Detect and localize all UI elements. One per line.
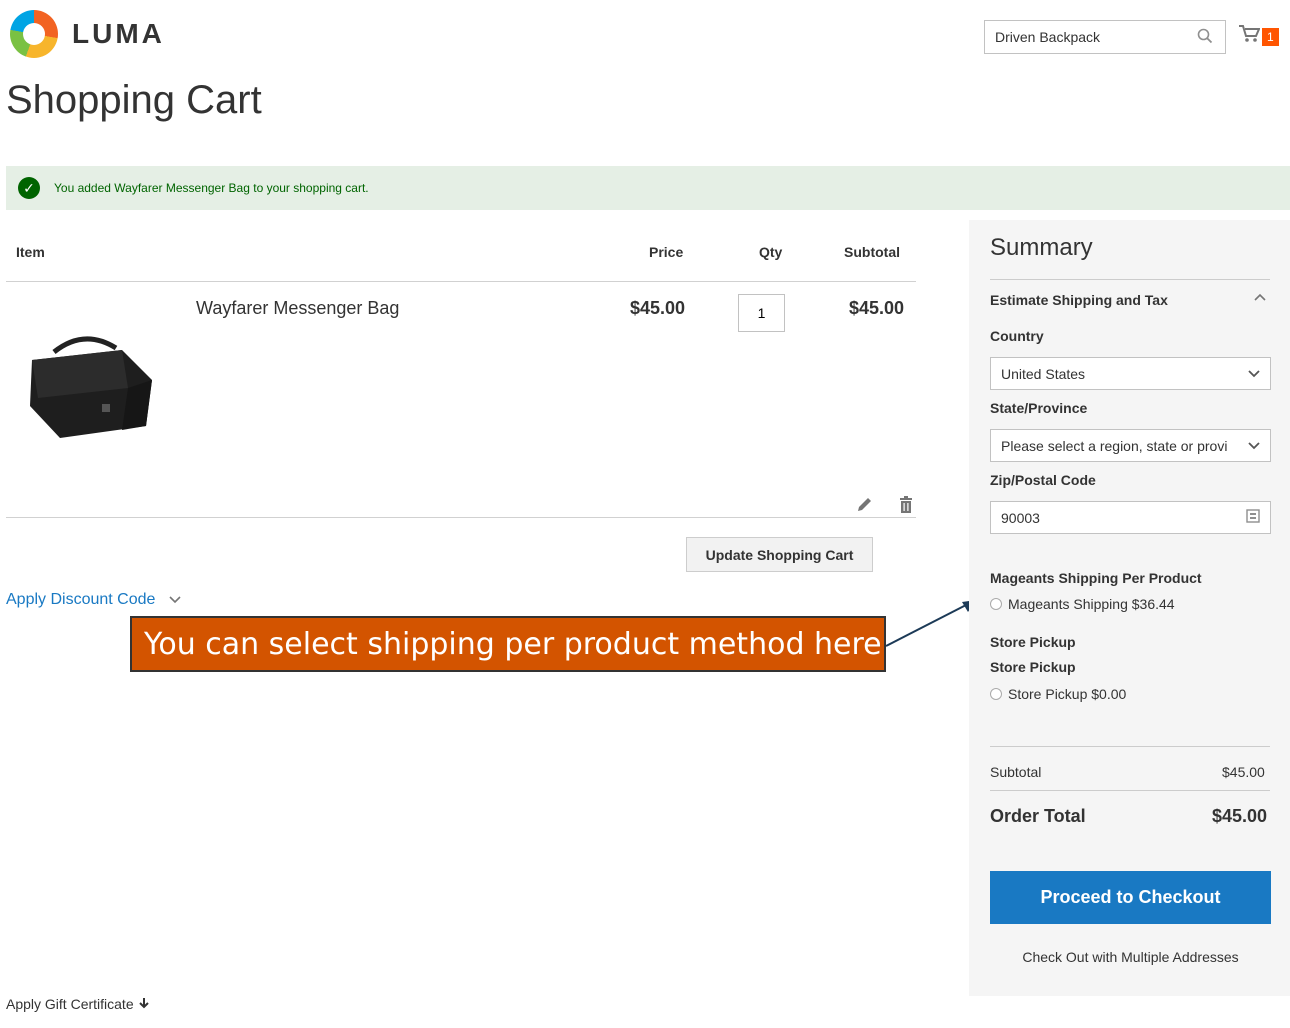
- cart-count-badge: 1: [1262, 28, 1279, 46]
- annotation-callout: You can select shipping per product meth…: [130, 616, 886, 672]
- summary-title: Summary: [990, 234, 1093, 261]
- subtotal-label: Subtotal: [990, 764, 1042, 780]
- chevron-up-icon[interactable]: [1254, 290, 1266, 304]
- apply-gift-certificate-toggle[interactable]: Apply Gift Certificate: [6, 996, 150, 1012]
- column-header-subtotal: Subtotal: [844, 244, 900, 260]
- divider: [990, 790, 1270, 791]
- product-subtotal: $45.00: [849, 298, 905, 318]
- apply-discount-toggle[interactable]: Apply Discount Code: [6, 591, 181, 609]
- divider: [6, 281, 916, 282]
- state-value: Please select a region, state or provi: [1001, 437, 1228, 454]
- divider: [990, 279, 1270, 280]
- estimate-shipping-toggle[interactable]: Estimate Shipping and Tax: [990, 292, 1168, 308]
- carrier-title-mageants: Mageants Shipping Per Product: [990, 570, 1202, 586]
- chevron-down-icon: [1248, 367, 1260, 381]
- page-title: Shopping Cart: [6, 78, 262, 122]
- divider: [6, 517, 916, 518]
- logo-text: LUMA: [72, 18, 165, 49]
- check-circle-icon: ✓: [18, 177, 40, 199]
- contact-card-icon: [1246, 509, 1260, 526]
- annotation-text: You can select shipping per product meth…: [144, 626, 882, 662]
- zip-label: Zip/Postal Code: [990, 472, 1096, 488]
- minicart[interactable]: 1: [1238, 24, 1279, 50]
- luma-logo[interactable]: LUMA: [10, 10, 165, 58]
- shipping-option-label: Mageants Shipping $36.44: [1008, 596, 1175, 612]
- subtotal-value: $45.00: [1222, 764, 1265, 780]
- zip-input[interactable]: [1001, 509, 1246, 526]
- divider: [990, 746, 1270, 747]
- order-total-value: $45.00: [1212, 806, 1268, 826]
- search-input[interactable]: [995, 29, 1197, 45]
- state-label: State/Province: [990, 400, 1088, 416]
- state-select[interactable]: Please select a region, state or provi: [990, 429, 1271, 462]
- gift-label: Apply Gift Certificate: [6, 996, 134, 1012]
- success-message: ✓ You added Wayfarer Messenger Bag to yo…: [6, 166, 1290, 210]
- update-cart-button[interactable]: Update Shopping Cart: [686, 537, 873, 572]
- chevron-down-icon: [1248, 439, 1260, 453]
- annotation-arrow-icon: [885, 600, 976, 647]
- country-label: Country: [990, 328, 1044, 344]
- zip-field: [990, 501, 1271, 534]
- method-title-store-pickup: Store Pickup: [990, 659, 1076, 675]
- product-image[interactable]: [24, 330, 160, 440]
- luma-logo-icon: [10, 10, 58, 58]
- chevron-down-icon: [169, 593, 181, 607]
- radio-button[interactable]: [990, 598, 1002, 610]
- multiple-addresses-link[interactable]: Check Out with Multiple Addresses: [990, 949, 1271, 965]
- product-price: $45.00: [630, 298, 686, 318]
- shipping-option-mageants[interactable]: Mageants Shipping $36.44: [990, 596, 1175, 612]
- order-total-label: Order Total: [990, 806, 1086, 826]
- arrow-down-icon: [138, 996, 150, 1012]
- message-text: You added Wayfarer Messenger Bag to your…: [54, 181, 369, 195]
- radio-button[interactable]: [990, 688, 1002, 700]
- qty-input[interactable]: [738, 294, 785, 332]
- discount-label: Apply Discount Code: [6, 591, 156, 608]
- trash-icon[interactable]: [898, 496, 914, 519]
- shipping-option-store-pickup[interactable]: Store Pickup $0.00: [990, 686, 1126, 702]
- cart-icon[interactable]: [1238, 24, 1261, 50]
- search-box: [984, 20, 1226, 54]
- country-value: United States: [1001, 365, 1086, 382]
- column-header-price: Price: [649, 244, 684, 260]
- pencil-icon[interactable]: [855, 496, 873, 519]
- search-icon[interactable]: [1197, 28, 1215, 46]
- carrier-title-store-pickup: Store Pickup: [990, 634, 1076, 650]
- country-select[interactable]: United States: [990, 357, 1271, 390]
- product-name-link[interactable]: Wayfarer Messenger Bag: [196, 298, 399, 319]
- column-header-qty: Qty: [759, 244, 783, 260]
- proceed-to-checkout-button[interactable]: Proceed to Checkout: [990, 871, 1271, 924]
- shipping-option-label: Store Pickup $0.00: [1008, 686, 1127, 702]
- column-header-item: Item: [16, 244, 45, 260]
